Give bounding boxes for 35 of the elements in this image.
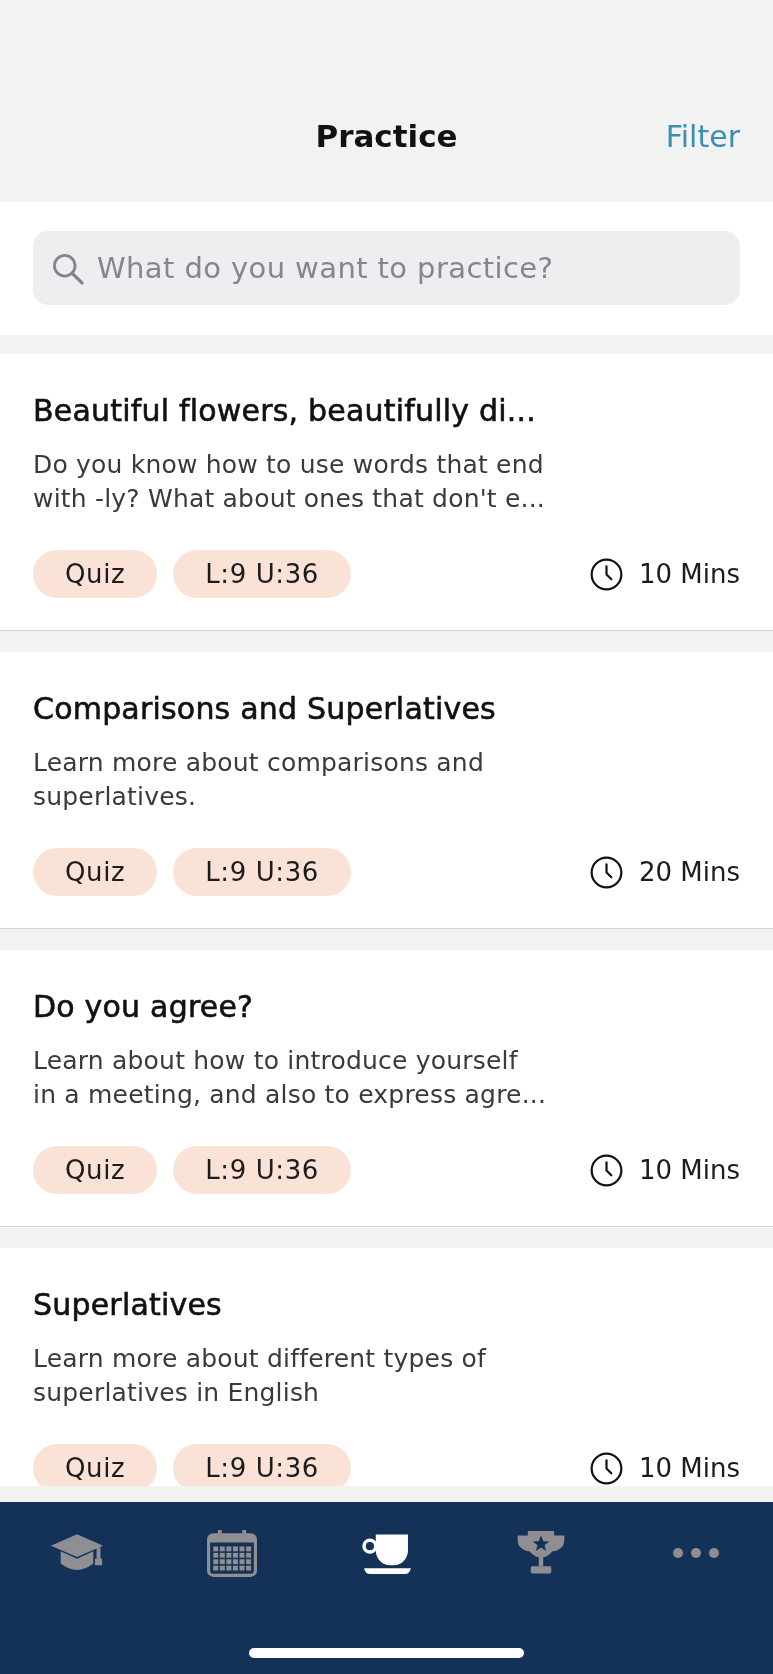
search-field[interactable]: What do you want to practice? — [33, 231, 740, 305]
clock-icon — [589, 557, 623, 591]
lesson-tag: L:9 U:36 — [173, 1444, 351, 1486]
lesson-title: Do you agree? — [33, 988, 255, 1026]
duration-text: 20 Mins — [638, 857, 740, 887]
lesson-card[interactable]: Superlatives Learn more about different types of superlatives in English Quiz L:9 U:36 10 Mins — [0, 1248, 773, 1486]
lesson-description: Learn about how to introduce yourself in a meeting, and also to express agre... — [33, 1045, 548, 1111]
lesson-title: Beautiful flowers, beautifully di... — [33, 392, 537, 430]
clock-icon — [589, 1451, 623, 1485]
search-icon — [51, 252, 84, 285]
lesson-description: Do you know how to use words that end with -ly? What about ones that don't e... — [33, 449, 546, 515]
trophy-icon — [516, 1531, 567, 1575]
lesson-tag: L:9 U:36 — [173, 1146, 351, 1194]
lesson-tag: Quiz — [33, 1146, 158, 1194]
lesson-description: Learn more about comparisons and superlatives. — [33, 747, 485, 813]
lesson-description: Learn more about different types of superlatives in English — [33, 1343, 488, 1409]
lesson-tag: Quiz — [33, 848, 158, 896]
lesson-tag: L:9 U:36 — [173, 848, 351, 896]
lesson-tag: Quiz — [33, 550, 158, 598]
lesson-card[interactable]: Comparisons and Superlatives Learn more about comparisons and superlatives. Quiz L:9 U:36 20 Mins — [0, 652, 773, 929]
clock-icon — [589, 855, 623, 889]
clock-icon — [589, 1153, 623, 1187]
lesson-card[interactable]: Do you agree? Learn about how to introduce yourself in a meeting, and also to express agre... Quiz L:9 U:36 10 Mins — [0, 950, 773, 1227]
duration-text: 10 Mins — [638, 1155, 740, 1185]
lesson-tag: L:9 U:36 — [173, 550, 351, 598]
lesson-card[interactable]: Beautiful flowers, beautifully di... Do you know how to use words that end with -ly? What about ones that don't e... Quiz L:9 U:36 10 Mins — [0, 354, 773, 631]
cup-icon — [361, 1532, 412, 1574]
more-icon — [672, 1548, 719, 1558]
lesson-tag: Quiz — [33, 1444, 158, 1486]
duration-text: 10 Mins — [638, 1453, 740, 1483]
lesson-title: Comparisons and Superlatives — [33, 690, 497, 728]
duration-text: 10 Mins — [638, 559, 740, 589]
screen-title: Practice — [315, 118, 458, 154]
calendar-icon — [206, 1529, 257, 1577]
lesson-title: Superlatives — [33, 1286, 223, 1324]
